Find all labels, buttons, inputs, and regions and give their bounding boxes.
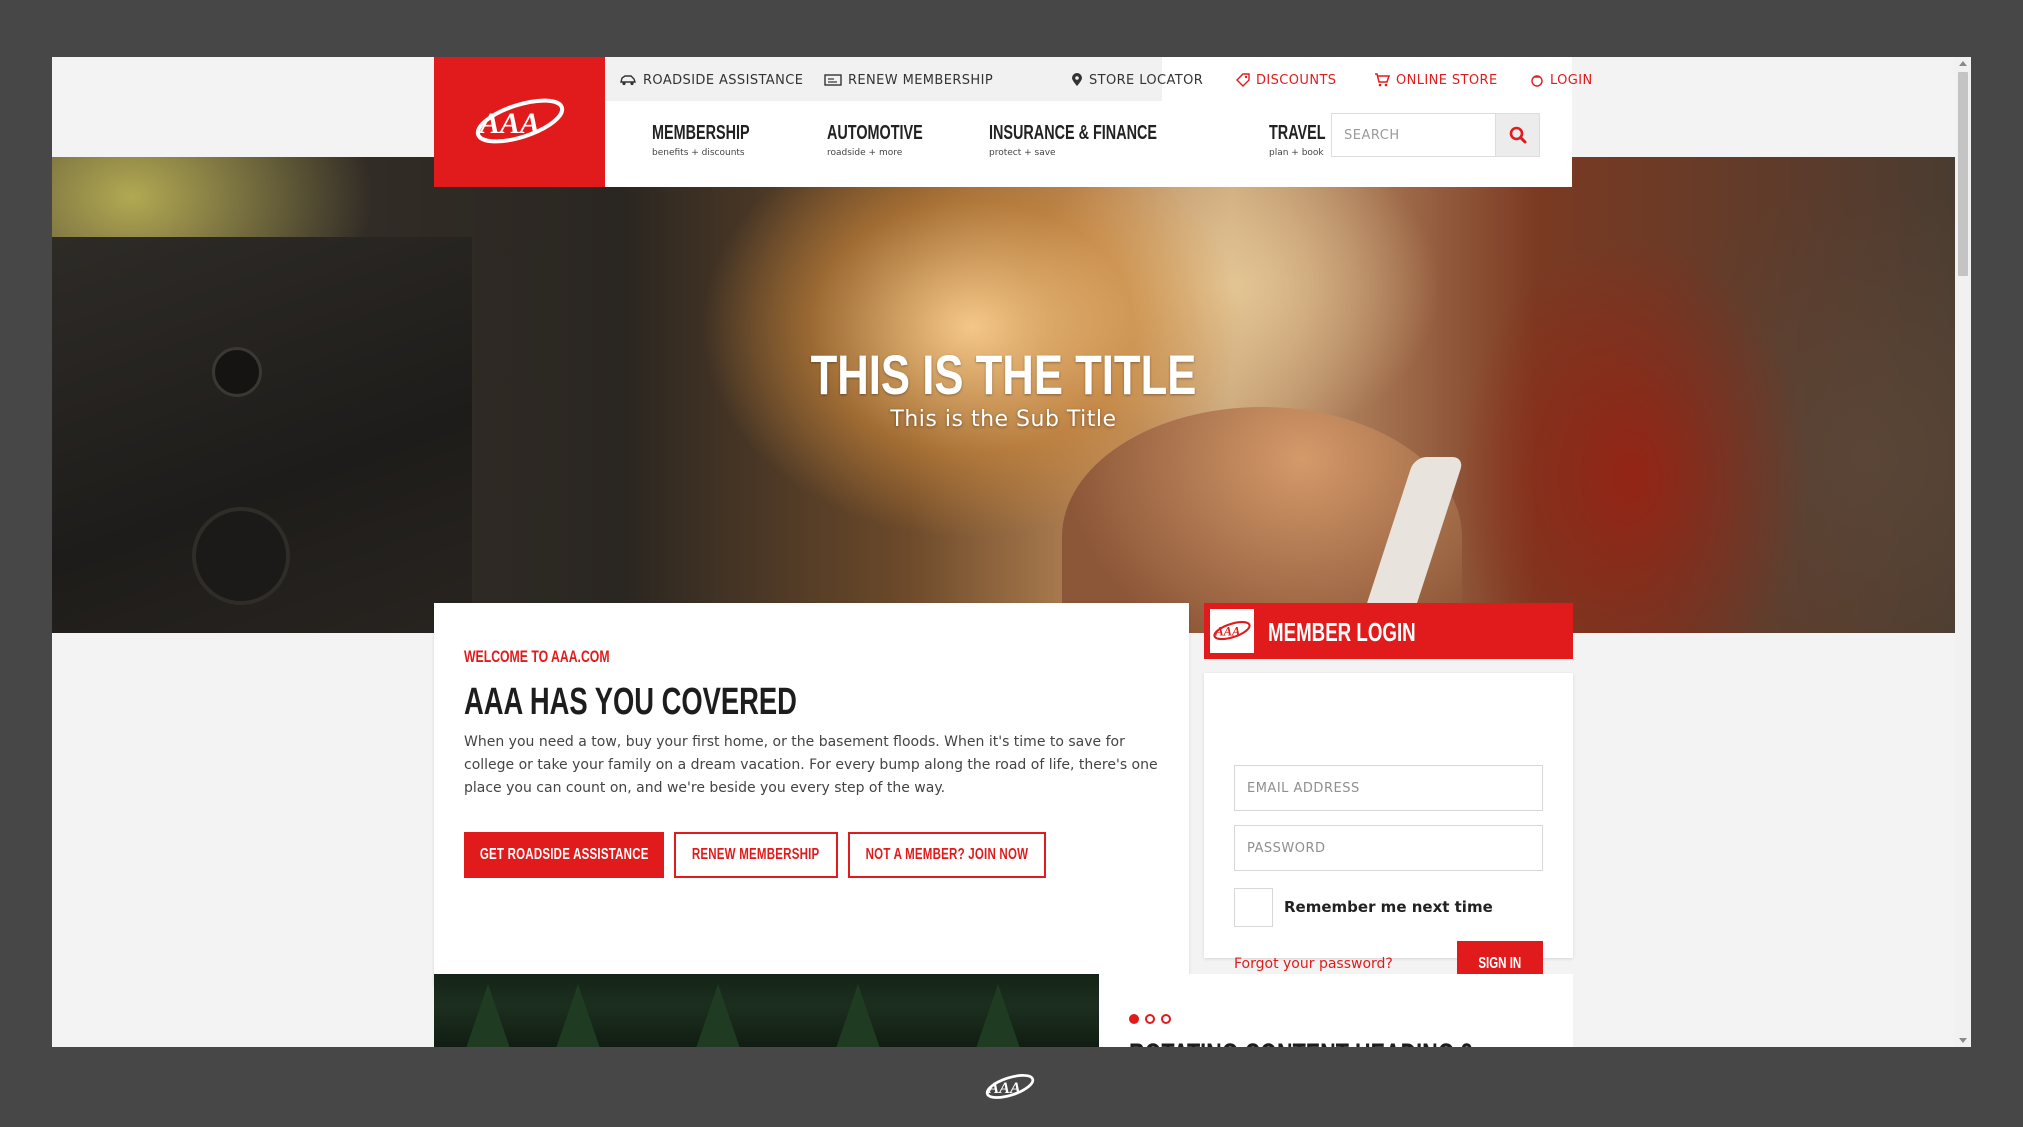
nav-insurance-finance[interactable]: INSURANCE & FINANCE protect + save <box>989 122 1222 158</box>
rotator-dot-2[interactable] <box>1145 1014 1155 1024</box>
utility-renew-label: RENEW MEMBERSHIP <box>848 72 994 88</box>
utility-login[interactable]: LOGIN <box>1530 71 1593 89</box>
remember-me-label: Remember me next time <box>1284 898 1493 916</box>
hero-subtitle: This is the Sub Title <box>890 407 1117 432</box>
rotator-dot-1[interactable] <box>1129 1014 1139 1024</box>
rotator-heading: ROTATING CONTENT HEADING 2 <box>1129 1038 1473 1047</box>
frame-aaa-logo: AAA <box>984 1070 1036 1108</box>
utility-store-locator-label: STORE LOCATOR <box>1089 72 1204 88</box>
search-icon <box>1509 126 1526 144</box>
svg-text:AAA: AAA <box>478 107 540 140</box>
welcome-heading: AAA HAS YOU COVERED <box>464 681 797 723</box>
nav-automotive-sub: roadside + more <box>827 148 903 158</box>
rotator-dot-3[interactable] <box>1161 1014 1171 1024</box>
sign-in-label: SIGN IN <box>1478 955 1522 972</box>
welcome-card: WELCOME TO AAA.COM AAA HAS YOU COVERED W… <box>434 603 1189 985</box>
scrollbar-thumb[interactable] <box>1958 72 1968 276</box>
tree-graphic <box>694 984 742 1047</box>
utility-login-label: LOGIN <box>1550 72 1593 88</box>
welcome-body: When you need a tow, buy your first home… <box>464 734 1158 796</box>
aaa-logo-frame-icon: AAA <box>985 1074 1035 1099</box>
renew-membership-label: RENEW MEMBERSHIP <box>692 846 820 863</box>
nav-membership[interactable]: MEMBERSHIP benefits + discounts <box>652 122 788 158</box>
cart-icon <box>1375 73 1390 87</box>
utility-roadside-assistance[interactable]: ROADSIDE ASSISTANCE <box>619 71 803 89</box>
email-field[interactable] <box>1234 765 1543 811</box>
nav-insurance-label: INSURANCE & FINANCE <box>989 122 1158 144</box>
utility-renew-membership[interactable]: RENEW MEMBERSHIP <box>824 71 993 89</box>
scroll-down-arrow-icon[interactable] <box>1959 1038 1967 1043</box>
utility-discounts-label: DISCOUNTS <box>1256 72 1337 88</box>
car-icon <box>620 75 636 86</box>
utility-roadside-label: ROADSIDE ASSISTANCE <box>643 72 804 88</box>
member-login-logo: AAA <box>1210 609 1254 653</box>
site-header: ROADSIDE ASSISTANCE RENEW MEMBERSHIP STO… <box>605 57 1592 187</box>
tree-graphic <box>974 984 1022 1047</box>
rotator-panel: ROTATING CONTENT HEADING 2 <box>1099 974 1573 1047</box>
hero-banner: THIS IS THE TITLE This is the Sub Title <box>52 157 1955 633</box>
welcome-eyebrow: WELCOME TO AAA.COM <box>464 647 610 666</box>
rotator-image <box>434 974 1099 1047</box>
search-input[interactable] <box>1331 113 1495 157</box>
utility-store-locator[interactable]: STORE LOCATOR <box>1071 71 1203 89</box>
lock-icon <box>1531 75 1543 87</box>
tree-graphic <box>554 984 602 1047</box>
browser-viewport: THIS IS THE TITLE This is the Sub Title … <box>52 57 1971 1047</box>
map-pin-icon <box>1072 73 1082 86</box>
nav-automotive[interactable]: AUTOMOTIVE roadside + more <box>827 122 960 158</box>
member-login-header: AAA MEMBER LOGIN <box>1204 603 1573 659</box>
utility-discounts[interactable]: DISCOUNTS <box>1236 71 1336 89</box>
tag-icon <box>1236 73 1250 87</box>
utility-online-store-label: ONLINE STORE <box>1396 72 1498 88</box>
svg-text:AAA: AAA <box>1214 625 1240 639</box>
aaa-logo-small-icon: AAA <box>1213 621 1251 641</box>
get-roadside-assistance-label: GET ROADSIDE ASSISTANCE <box>479 846 649 863</box>
member-login-card: Remember me next time Forgot your passwo… <box>1204 673 1573 987</box>
tree-graphic <box>464 984 512 1047</box>
search-button[interactable] <box>1495 113 1540 157</box>
password-field[interactable] <box>1234 825 1543 871</box>
aaa-logo-icon: AAA <box>475 98 564 144</box>
tree-graphic <box>834 984 882 1047</box>
nav-travel-label: TRAVEL <box>1269 122 1326 144</box>
forgot-password-link[interactable]: Forgot your password? <box>1234 956 1393 972</box>
nav-membership-label: MEMBERSHIP <box>652 122 750 144</box>
membership-card-icon <box>824 74 842 86</box>
utility-online-store[interactable]: ONLINE STORE <box>1374 71 1498 89</box>
renew-membership-button[interactable]: RENEW MEMBERSHIP <box>674 832 838 878</box>
get-roadside-assistance-button[interactable]: GET ROADSIDE ASSISTANCE <box>464 832 664 878</box>
nav-insurance-sub: protect + save <box>989 148 1056 158</box>
hero-title: THIS IS THE TITLE <box>810 343 1197 406</box>
join-now-button[interactable]: NOT A MEMBER? JOIN NOW <box>848 832 1046 878</box>
page-scrollbar[interactable] <box>1955 57 1971 1047</box>
scroll-up-arrow-icon[interactable] <box>1959 61 1967 66</box>
member-login-title: MEMBER LOGIN <box>1268 617 1416 647</box>
svg-text:AAA: AAA <box>987 1079 1021 1097</box>
hero-knob-graphic <box>212 347 262 397</box>
nav-membership-sub: benefits + discounts <box>652 148 745 158</box>
join-now-label: NOT A MEMBER? JOIN NOW <box>865 846 1029 863</box>
nav-automotive-label: AUTOMOTIVE <box>827 122 923 144</box>
remember-me-checkbox[interactable] <box>1234 888 1273 927</box>
aaa-logo[interactable]: AAA <box>434 57 605 187</box>
hero-vent-graphic <box>192 507 290 605</box>
